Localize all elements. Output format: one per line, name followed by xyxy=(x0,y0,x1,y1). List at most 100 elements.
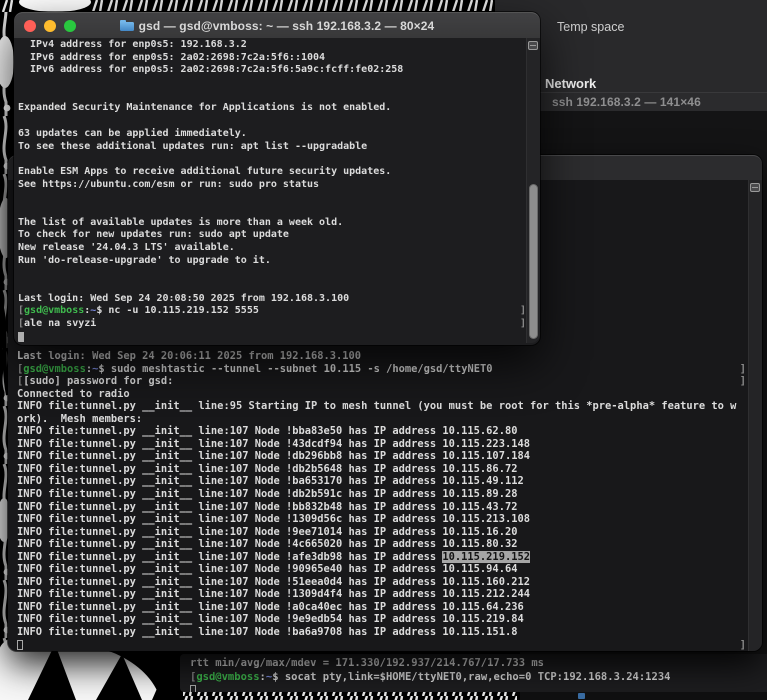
terminal-line: INFO file:tunnel.py __init__ line:107 No… xyxy=(17,513,746,526)
front-terminal-titlebar[interactable]: gsd — gsd@vmboss: ~ — ssh 192.168.3.2 — … xyxy=(14,12,540,38)
terminal-text: INFO file:tunnel.py __init__ line:107 No… xyxy=(17,588,530,601)
background-terminal-titlebar[interactable]: ssh 192.168.3.2 — 141×46 xyxy=(520,92,767,111)
terminal-text: INFO file:tunnel.py __init__ line:107 No… xyxy=(17,488,517,501)
terminal-line xyxy=(18,267,526,280)
scrollbar-thumb[interactable] xyxy=(529,184,538,339)
close-button[interactable] xyxy=(24,20,36,32)
prompt-user-host: gsd@vmboss xyxy=(24,305,84,318)
terminal-text: See https://ubuntu.com/esm or run: sudo … xyxy=(18,179,319,192)
terminal-text: INFO file:tunnel.py __init__ line:107 No… xyxy=(17,526,517,539)
minimize-button[interactable] xyxy=(44,20,56,32)
terminal-line xyxy=(18,280,526,293)
terminal-text: INFO file:tunnel.py __init__ line:107 No… xyxy=(17,450,530,463)
terminal-text: Enable ESM Apps to receive additional fu… xyxy=(18,166,391,179)
prompt-user-host: gsd@vmboss xyxy=(23,363,86,376)
terminal-text: $ sudo meshtastic --tunnel --subnet 10.1… xyxy=(98,363,492,376)
terminal-text: INFO file:tunnel.py __init__ line:107 No… xyxy=(17,438,530,451)
terminal-text: INFO file:tunnel.py __init__ line:95 Sta… xyxy=(17,400,736,413)
terminal-text: INFO file:tunnel.py __init__ line:107 No… xyxy=(17,475,524,488)
terminal-line xyxy=(190,684,761,692)
terminal-text: INFO file:tunnel.py __init__ line:107 No… xyxy=(17,425,517,438)
prompt-mark-right: ] xyxy=(740,375,746,388)
terminal-text: $ nc -u 10.115.219.152 5555 xyxy=(96,305,259,318)
terminal-line: rtt min/avg/max/mdev = 171.330/192.937/2… xyxy=(190,657,761,671)
background-terminal-title: ssh 192.168.3.2 — 141×46 xyxy=(520,95,701,109)
scrollbar-track[interactable] xyxy=(526,38,540,343)
terminal-text: IPv4 address for enp0s5: 192.168.3.2 xyxy=(18,39,247,52)
terminal-text: INFO file:tunnel.py __init__ line:107 No… xyxy=(17,463,517,476)
temp-space-label: Temp space xyxy=(557,20,624,34)
front-terminal-title: gsd — gsd@vmboss: ~ — ssh 192.168.3.2 — … xyxy=(139,19,435,33)
terminal-line xyxy=(18,204,526,217)
terminal-text: INFO file:tunnel.py __init__ line:107 No… xyxy=(17,626,517,639)
terminal-text: INFO file:tunnel.py __init__ line:107 No… xyxy=(17,501,517,514)
terminal-line: INFO file:tunnel.py __init__ line:95 Sta… xyxy=(17,400,746,413)
zoom-button[interactable] xyxy=(64,20,76,32)
front-terminal-window[interactable]: gsd — gsd@vmboss: ~ — ssh 192.168.3.2 — … xyxy=(14,12,540,345)
terminal-line: Expanded Security Maintenance for Applic… xyxy=(18,102,526,115)
terminal-line: [gsd@vmboss:~$ socat pty,link=$HOME/ttyN… xyxy=(190,671,761,685)
terminal-line: IPv6 address for enp0s5: 2a02:2698:7c2a:… xyxy=(18,52,526,65)
terminal-line: INFO file:tunnel.py __init__ line:107 No… xyxy=(17,450,746,463)
terminal-line: INFO file:tunnel.py __init__ line:107 No… xyxy=(17,425,746,438)
terminal-line xyxy=(18,191,526,204)
terminal-line: Run 'do-release-upgrade' to upgrade to i… xyxy=(18,255,526,268)
terminal-line: New release '24.04.3 LTS' available. xyxy=(18,242,526,255)
terminal-line xyxy=(18,90,526,103)
terminal-line: Last login: Wed Sep 24 20:06:11 2025 fro… xyxy=(17,350,746,363)
terminal-line: INFO file:tunnel.py __init__ line:107 No… xyxy=(17,438,746,451)
terminal-line xyxy=(18,115,526,128)
terminal-text: To check for new updates run: sudo apt u… xyxy=(18,229,289,242)
terminal-output: Last login: Wed Sep 24 20:06:11 2025 fro… xyxy=(17,350,746,651)
terminal-text: Run 'do-release-upgrade' to upgrade to i… xyxy=(18,255,271,268)
terminal-text: INFO file:tunnel.py __init__ line:107 No… xyxy=(17,513,530,526)
front-terminal-screen[interactable]: IPv4 address for enp0s5: 192.168.3.2 IPv… xyxy=(14,38,540,343)
scrollbar-track[interactable] xyxy=(748,180,762,651)
terminal-line: INFO file:tunnel.py __init__ line:107 No… xyxy=(17,488,746,501)
terminal-line: INFO file:tunnel.py __init__ line:107 No… xyxy=(17,463,746,476)
terminal-text: INFO file:tunnel.py __init__ line:107 No… xyxy=(17,613,524,626)
terminal-line: INFO file:tunnel.py __init__ line:107 No… xyxy=(17,551,746,564)
terminal-line: INFO file:tunnel.py __init__ line:107 No… xyxy=(17,576,746,589)
split-pane-icon[interactable] xyxy=(750,183,760,192)
terminal-line: INFO file:tunnel.py __init__ line:107 No… xyxy=(17,588,746,601)
traffic-lights xyxy=(24,13,76,38)
prompt-mark-right: ] xyxy=(740,363,746,376)
terminal-text: IPv6 address for enp0s5: 2a02:2698:7c2a:… xyxy=(18,64,403,77)
bottom-terminal-window[interactable]: rtt min/avg/max/mdev = 171.330/192.937/2… xyxy=(180,654,767,692)
terminal-line: INFO file:tunnel.py __init__ line:107 No… xyxy=(17,613,746,626)
terminal-line: INFO file:tunnel.py __init__ line:107 No… xyxy=(17,538,746,551)
prompt-mark-right: ] xyxy=(740,639,746,651)
terminal-text: ale na svyzi xyxy=(24,318,96,331)
terminal-line: INFO file:tunnel.py __init__ line:107 No… xyxy=(17,526,746,539)
terminal-text: INFO file:tunnel.py __init__ line:107 No… xyxy=(17,563,517,576)
terminal-text: INFO file:tunnel.py __init__ line:107 No… xyxy=(17,576,530,589)
terminal-line: Last login: Wed Sep 24 20:08:50 2025 fro… xyxy=(18,293,526,306)
terminal-text: IPv6 address for enp0s5: 2a02:2698:7c2a:… xyxy=(18,52,325,65)
front-terminal-title-group: gsd — gsd@vmboss: ~ — ssh 192.168.3.2 — … xyxy=(120,19,435,33)
terminal-line: [gsd@vmboss:~$ sudo meshtastic --tunnel … xyxy=(17,363,746,376)
terminal-line xyxy=(18,331,526,343)
terminal-text: Last login: Wed Sep 24 20:06:11 2025 fro… xyxy=(17,350,361,363)
terminal-line: Connected to radio xyxy=(17,388,746,401)
terminal-text: $ socat pty,link=$HOME/ttyNET0,raw,echo=… xyxy=(272,671,670,685)
terminal-line: IPv4 address for enp0s5: 192.168.3.2 xyxy=(18,39,526,52)
terminal-text: New release '24.04.3 LTS' available. xyxy=(18,242,235,255)
terminal-text: rtt min/avg/max/mdev = 171.330/192.937/2… xyxy=(190,657,544,671)
terminal-output: IPv4 address for enp0s5: 192.168.3.2 IPv… xyxy=(18,39,526,343)
terminal-line: INFO file:tunnel.py __init__ line:107 No… xyxy=(17,563,746,576)
terminal-line: INFO file:tunnel.py __init__ line:107 No… xyxy=(17,626,746,639)
terminal-line: INFO file:tunnel.py __init__ line:107 No… xyxy=(17,501,746,514)
terminal-line xyxy=(18,153,526,166)
folder-proxy-icon[interactable] xyxy=(120,21,134,31)
bottom-terminal-screen[interactable]: rtt min/avg/max/mdev = 171.330/192.937/2… xyxy=(180,654,767,692)
split-pane-icon[interactable] xyxy=(528,41,538,50)
terminal-line xyxy=(18,77,526,90)
terminal-text: INFO file:tunnel.py __init__ line:107 No… xyxy=(17,601,524,614)
terminal-text: Last login: Wed Sep 24 20:08:50 2025 fro… xyxy=(18,293,349,306)
terminal-line: Enable ESM Apps to receive additional fu… xyxy=(18,166,526,179)
terminal-line: 63 updates can be applied immediately. xyxy=(18,128,526,141)
prompt-user-host: gsd@vmboss xyxy=(196,671,259,685)
terminal-text: Connected to radio xyxy=(17,388,130,401)
terminal-line: To check for new updates run: sudo apt u… xyxy=(18,229,526,242)
